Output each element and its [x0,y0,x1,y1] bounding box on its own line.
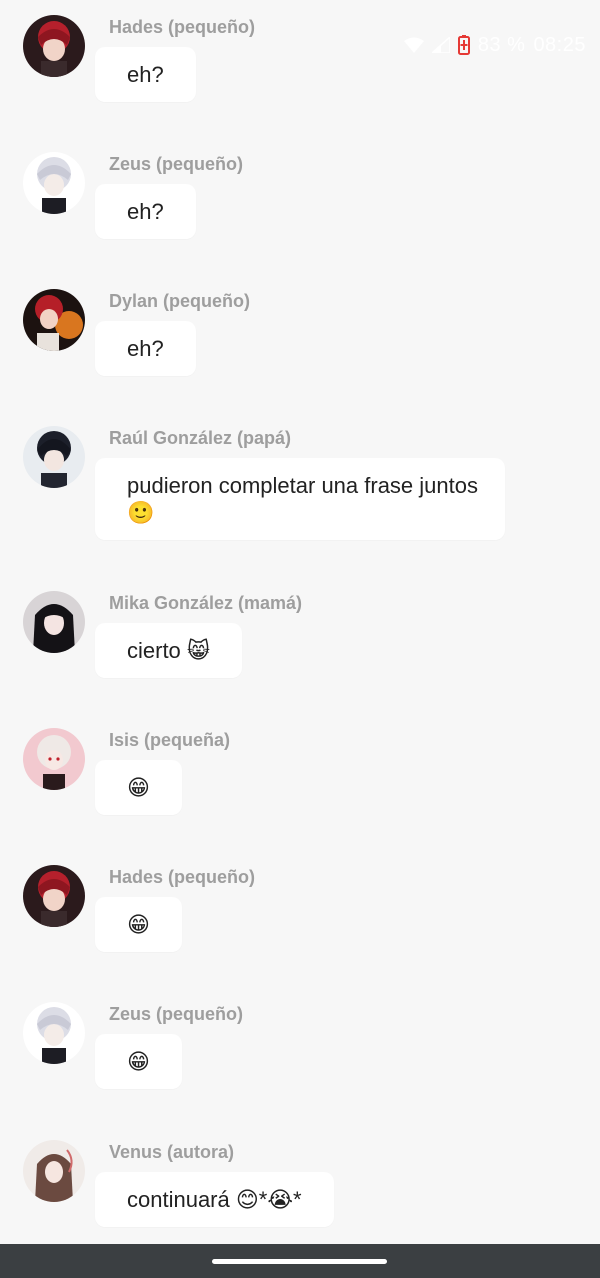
sender-name: Hades (pequeño) [109,17,256,37]
sender-name: Hades (pequeño) [109,867,256,887]
home-gesture-handle[interactable] [212,1259,387,1264]
sender-name: Raúl González (papá) [109,428,292,448]
avatar-zeus[interactable] [23,152,85,214]
message-bubble[interactable]: 😁 [95,897,182,952]
message-bubble[interactable]: cierto 😸 [95,623,242,678]
message-bubble[interactable]: eh? [95,321,196,376]
battery-icon [457,35,470,55]
status-bar: 83 % 08:25 [403,30,586,60]
avatar-dylan[interactable] [23,289,85,351]
avatar-zeus[interactable] [23,1002,85,1064]
message-bubble[interactable]: 😁 [95,760,182,815]
battery-percent: 83 % [477,33,526,56]
avatar-venus[interactable] [23,1140,85,1202]
message-bubble[interactable]: eh? [95,184,196,239]
message-bubble[interactable]: 😁 [95,1034,182,1089]
sender-name: Venus (autora) [109,1142,235,1162]
signal-icon [431,37,450,53]
avatar-mika[interactable] [23,591,85,653]
wifi-icon [403,37,424,53]
sender-name: Mika González (mamá) [109,593,303,613]
system-navigation-bar [0,1244,600,1278]
message-bubble[interactable]: eh? [95,47,196,102]
sender-name: Zeus (pequeño) [109,154,243,174]
message-bubble[interactable]: continuará 😊*😭* [95,1172,334,1227]
sender-name: Isis (pequeña) [109,730,231,750]
message-bubble[interactable]: pudieron completar una frase juntos 🙂 [95,458,505,540]
avatar-hades[interactable] [23,865,85,927]
avatar-raul[interactable] [23,426,85,488]
sender-name: Zeus (pequeño) [109,1004,243,1024]
avatar-isis[interactable] [23,728,85,790]
clock: 08:25 [533,33,586,56]
avatar-hades[interactable] [23,15,85,77]
sender-name: Dylan (pequeño) [109,291,251,311]
